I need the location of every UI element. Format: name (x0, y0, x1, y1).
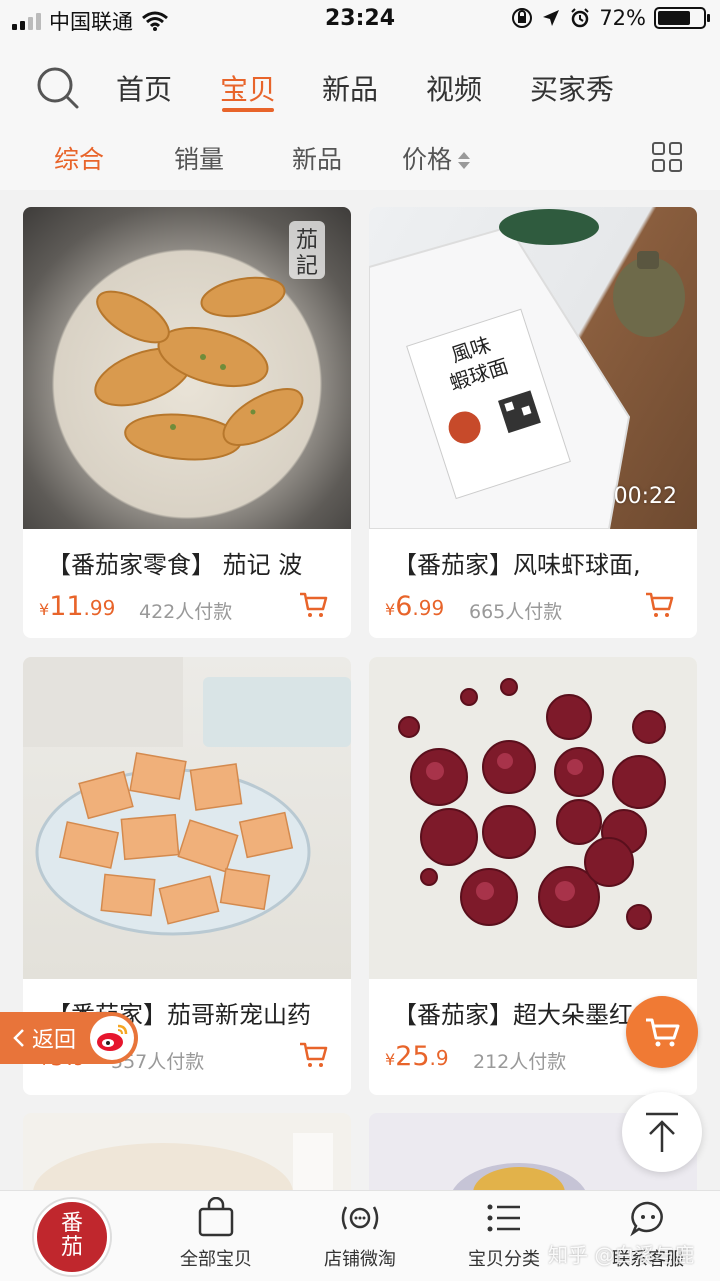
broadcast-icon (341, 1206, 379, 1230)
product-image[interactable]: 茄 記 (23, 207, 351, 529)
status-bar: 中国联通 23:24 72% (0, 0, 720, 40)
product-image[interactable] (369, 657, 697, 979)
sort-new[interactable]: 新品 (292, 140, 342, 176)
sold-count: 212人付款 (473, 1051, 567, 1073)
list-icon (487, 1204, 520, 1232)
all-products-button[interactable]: 全部宝贝 (156, 1197, 276, 1271)
tab-products[interactable]: 宝贝 (220, 68, 276, 108)
back-button-label: 返回 (32, 1028, 77, 1053)
chat-bubble-icon (630, 1201, 663, 1237)
svg-text:記: 記 (296, 254, 318, 279)
tab-buyer-show[interactable]: 买家秀 (530, 68, 614, 108)
sort-sales[interactable]: 销量 (174, 140, 224, 176)
sort-price[interactable]: 价格 (402, 140, 471, 176)
watermark: 知乎 @白溪与鹿 (548, 1243, 695, 1267)
snack-bag-illustration: 風味 蝦球面 (369, 209, 685, 529)
battery-percent: 72% (599, 6, 646, 30)
tab-new[interactable]: 新品 (322, 68, 378, 108)
video-duration: 00:22 (613, 484, 677, 509)
crackers-illustration (23, 657, 351, 936)
product-card[interactable]: 茄 記 【番茄家零食】 茄记 波 ¥11.99 422人付款 (23, 207, 351, 638)
weibo-icon[interactable] (90, 1016, 134, 1060)
alarm-icon (571, 8, 590, 28)
product-price: ¥11.99 (39, 591, 116, 622)
categories-button[interactable]: 宝贝分类 (444, 1197, 564, 1271)
product-image[interactable] (23, 657, 351, 979)
tab-video[interactable]: 视频 (426, 68, 482, 108)
floating-cart-button[interactable] (626, 996, 698, 1068)
chevron-left-icon (13, 1029, 24, 1047)
back-button[interactable]: 返回 (0, 1012, 138, 1064)
battery-icon (654, 7, 710, 29)
sort-arrows-icon (458, 152, 471, 170)
product-title[interactable]: 【番茄家】风味虾球面, (393, 545, 683, 580)
add-to-cart-icon[interactable] (299, 591, 329, 619)
product-price: ¥25.9 (385, 1041, 449, 1072)
sort-bar: 综合 销量 新品 价格 (0, 130, 720, 190)
sold-count: 422人付款 (139, 601, 233, 623)
chips-illustration: 茄 記 (94, 221, 325, 461)
grid-view-icon[interactable] (652, 142, 682, 172)
sort-comprehensive[interactable]: 综合 (54, 140, 104, 176)
top-nav: 首页 宝贝 新品 视频 买家秀 (0, 40, 720, 130)
roses-illustration (398, 678, 666, 930)
bottom-bar: 番 茄 全部宝贝 店铺微淘 宝贝分类 联系客服 知乎 @白溪与鹿 (0, 1190, 720, 1281)
shopping-bag-icon (198, 1197, 234, 1237)
back-to-top-button[interactable] (622, 1092, 702, 1172)
product-title[interactable]: 【番茄家零食】 茄记 波 (47, 545, 337, 580)
shop-feed-button[interactable]: 店铺微淘 (300, 1197, 420, 1271)
search-icon[interactable] (36, 66, 80, 110)
brand-seal-text: 茄 (296, 228, 318, 253)
sort-price-label: 价格 (402, 145, 453, 174)
tab-home[interactable]: 首页 (116, 68, 172, 108)
product-card[interactable]: 風味 蝦球面 00:22 【番茄家】风味虾球面, ¥6.99 665人付款 (369, 207, 697, 638)
add-to-cart-icon[interactable] (299, 1041, 329, 1069)
shop-logo[interactable]: 番 茄 (34, 1199, 110, 1275)
active-tab-indicator (222, 108, 274, 112)
location-arrow-icon (543, 10, 560, 26)
product-image[interactable]: 風味 蝦球面 00:22 (369, 207, 697, 529)
sold-count: 665人付款 (469, 601, 563, 623)
arrow-up-icon (646, 1112, 678, 1152)
product-price: ¥6.99 (385, 591, 445, 622)
rotation-lock-icon (512, 8, 533, 28)
add-to-cart-icon[interactable] (645, 591, 675, 619)
cart-icon (646, 1018, 680, 1047)
